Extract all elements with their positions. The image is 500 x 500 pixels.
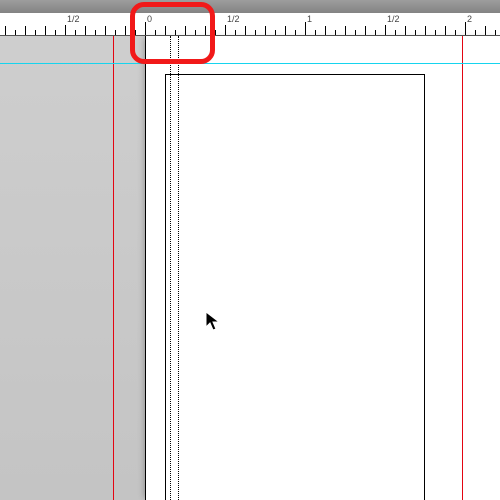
vertical-dotted-guide [170,36,171,500]
ruler-tick [165,26,166,35]
ruler-tick [195,30,196,35]
ruler-tick [295,30,296,35]
ruler-tick [395,30,396,35]
ruler-tick [5,26,6,35]
margin-right [424,74,425,500]
document-page[interactable] [145,36,500,500]
margin-top [165,74,425,75]
ruler-tick [475,30,476,35]
ruler-tick [225,25,226,35]
ruler-tick [155,30,156,35]
ruler-tick [75,30,76,35]
toolbar-strip [0,0,500,13]
ruler-tick [495,30,496,35]
ruler-tick [375,30,376,35]
ruler-tick [105,26,106,35]
ruler-tick [185,26,186,35]
margin-left [165,74,166,500]
ruler-tick [175,30,176,35]
ruler-tick [355,30,356,35]
ruler-tick [215,30,216,35]
ruler-tick [235,30,236,35]
ruler-tick [405,26,406,35]
ruler-tick [435,30,436,35]
ruler-tick [65,25,66,35]
ruler-tick [315,30,316,35]
ruler-label: 2 [467,14,472,24]
ruler-tick [305,22,306,35]
ruler-tick [465,22,466,35]
pasteboard[interactable] [0,36,500,500]
ruler-tick [325,26,326,35]
ruler-label: 1 [307,14,312,24]
ruler-label: 1/2 [387,14,400,24]
ruler-tick [15,30,16,35]
horizontal-ruler[interactable]: 11/201/211/22 [0,13,500,36]
ruler-tick [255,30,256,35]
ruler-tick [25,26,26,35]
ruler-tick [85,26,86,35]
ruler-tick [275,30,276,35]
vertical-dotted-guide [178,36,179,500]
ruler-tick [365,26,366,35]
ruler-tick [125,26,126,35]
ruler-tick [335,30,336,35]
ruler-tick [55,30,56,35]
ruler-tick [385,25,386,35]
ruler-tick [455,30,456,35]
pasteboard-shadow [0,36,145,500]
ruler-label: 1/2 [67,14,80,24]
ruler-tick [45,26,46,35]
bleed-guide-left [113,36,114,500]
ruler-tick [425,26,426,35]
ruler-tick [345,26,346,35]
ruler-tick [285,26,286,35]
ruler-tick [95,30,96,35]
ruler-tick [445,26,446,35]
ruler-label: 0 [147,14,152,24]
horizontal-guide[interactable] [0,63,500,64]
ruler-tick [265,26,266,35]
ruler-tick [35,30,36,35]
ruler-tick [145,22,146,35]
ruler-tick [415,30,416,35]
ruler-tick [135,30,136,35]
ruler-tick [205,26,206,35]
ruler-tick [115,30,116,35]
ruler-tick [245,26,246,35]
ruler-label: 1/2 [227,14,240,24]
ruler-tick [485,26,486,35]
bleed-guide-right [462,36,463,500]
